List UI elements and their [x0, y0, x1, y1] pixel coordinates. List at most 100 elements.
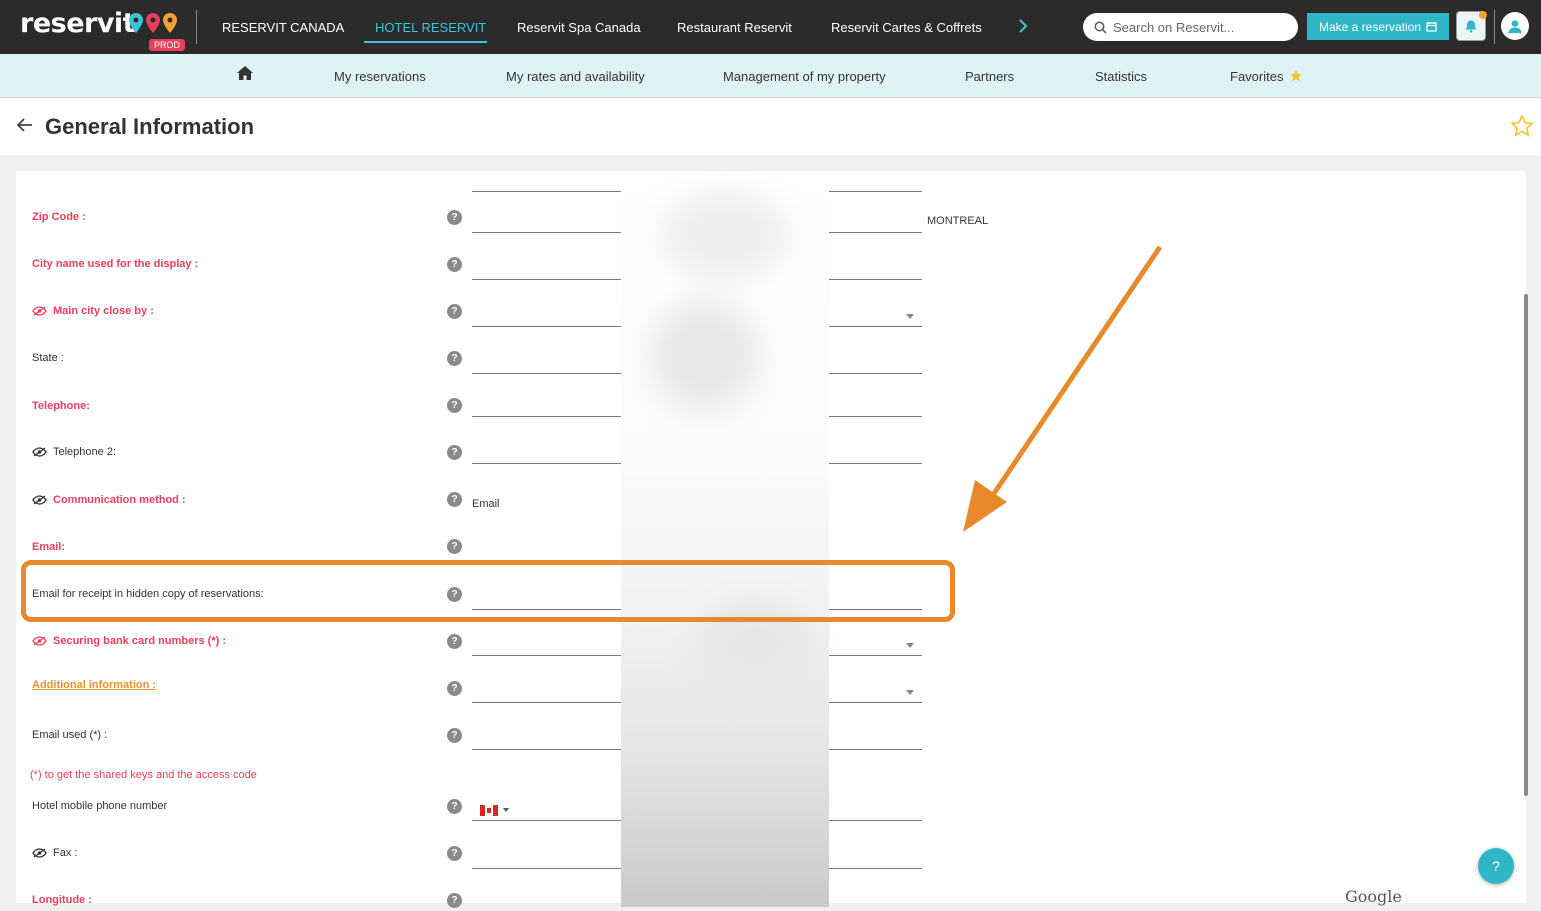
- help-icon[interactable]: ?: [447, 681, 462, 696]
- city-display-input-2[interactable]: [829, 279, 922, 280]
- additional-info-input[interactable]: [472, 702, 621, 703]
- main-city-input[interactable]: [472, 326, 621, 327]
- calendar-icon: [1426, 22, 1437, 32]
- communication-method-label-text: Communication method :: [53, 494, 186, 506]
- zip-code-label: Zip Code :: [32, 211, 86, 223]
- help-icon[interactable]: ?: [447, 634, 462, 649]
- back-arrow-icon[interactable]: [17, 118, 33, 132]
- zip-code-input-2[interactable]: [829, 232, 922, 233]
- help-icon[interactable]: ?: [447, 210, 462, 225]
- additional-info-link[interactable]: Additional information :: [32, 679, 156, 691]
- topnav-hotel-reservit[interactable]: HOTEL RESERVIT: [375, 0, 486, 54]
- help-icon[interactable]: ?: [447, 799, 462, 814]
- bank-card-label: Securing bank card numbers (*) :: [32, 635, 226, 647]
- logo-pins-icon: [129, 13, 177, 33]
- redacted-blob: [650, 300, 760, 410]
- subnav-favorites-label: Favorites: [1230, 68, 1284, 84]
- search-icon: [1094, 21, 1107, 34]
- city-display-label: City name used for the display :: [32, 258, 199, 270]
- zip-code-input[interactable]: [472, 232, 621, 233]
- topnav-restaurant[interactable]: Restaurant Reservit: [677, 0, 792, 54]
- state-label: State :: [32, 352, 64, 364]
- additional-info-select[interactable]: [829, 702, 922, 703]
- chevron-right-icon[interactable]: [1016, 16, 1030, 36]
- subnav-property-management[interactable]: Management of my property: [723, 54, 886, 98]
- telephone2-input[interactable]: [472, 463, 621, 464]
- subnav-my-reservations[interactable]: My reservations: [334, 54, 426, 98]
- help-icon[interactable]: ?: [447, 257, 462, 272]
- email-label: Email:: [32, 541, 66, 553]
- google-map-credit: Google: [1345, 887, 1402, 906]
- subnav-statistics[interactable]: Statistics: [1095, 54, 1147, 98]
- eye-off-icon[interactable]: [32, 636, 47, 646]
- country-caret-icon[interactable]: [503, 808, 509, 812]
- dropdown-caret-icon[interactable]: [906, 314, 914, 319]
- shared-keys-note: (*) to get the shared keys and the acces…: [30, 769, 257, 781]
- state-input-2[interactable]: [829, 373, 922, 374]
- make-reservation-button[interactable]: Make a reservation: [1307, 13, 1449, 40]
- dropdown-caret-icon[interactable]: [906, 690, 914, 695]
- reservit-logo[interactable]: reservit: [20, 8, 136, 39]
- search-box[interactable]: [1083, 13, 1298, 41]
- help-icon[interactable]: ?: [447, 351, 462, 366]
- mobile-phone-input-2[interactable]: [829, 820, 922, 821]
- email-used-input-2[interactable]: [829, 749, 922, 750]
- user-menu-button[interactable]: [1501, 12, 1529, 40]
- telephone2-input-2[interactable]: [829, 463, 922, 464]
- topnav-active-indicator: [364, 41, 487, 43]
- telephone-label: Telephone:: [32, 400, 90, 412]
- mobile-phone-label: Hotel mobile phone number: [32, 800, 168, 812]
- subnav-partners[interactable]: Partners: [965, 54, 1014, 98]
- email-used-label: Email used (*) :: [32, 729, 108, 741]
- help-icon[interactable]: ?: [447, 304, 462, 319]
- topnav-cartes-coffrets[interactable]: Reservit Cartes & Coffrets: [831, 0, 982, 54]
- bank-card-select[interactable]: [829, 655, 922, 656]
- help-icon[interactable]: ?: [447, 893, 462, 908]
- eye-icon[interactable]: [32, 848, 47, 858]
- search-input[interactable]: [1113, 19, 1283, 35]
- city-display-input[interactable]: [472, 279, 621, 280]
- help-icon[interactable]: ?: [447, 398, 462, 413]
- mobile-phone-input[interactable]: [472, 820, 621, 821]
- help-icon[interactable]: ?: [447, 539, 462, 554]
- fax-input[interactable]: [472, 868, 621, 869]
- help-chat-button[interactable]: ?: [1478, 848, 1514, 884]
- help-icon[interactable]: ?: [447, 728, 462, 743]
- home-icon[interactable]: [237, 66, 253, 80]
- topnav-spa-canada[interactable]: Reservit Spa Canada: [517, 0, 641, 54]
- page-title: General Information: [45, 114, 255, 139]
- notification-dot: [1479, 11, 1487, 19]
- state-input[interactable]: [472, 373, 621, 374]
- fax-input-2[interactable]: [829, 868, 922, 869]
- highlight-box: [21, 560, 955, 622]
- subnav-rates-availability[interactable]: My rates and availability: [506, 54, 645, 98]
- field-underline: [829, 191, 922, 192]
- communication-method-value: Email: [472, 498, 500, 510]
- scrollbar[interactable]: [1524, 294, 1528, 796]
- bank-card-label-text: Securing bank card numbers (*) :: [53, 635, 226, 647]
- bank-card-input[interactable]: [472, 655, 621, 656]
- star-filled-icon: [1290, 70, 1303, 82]
- main-city-select[interactable]: [829, 326, 922, 327]
- subnav-favorites[interactable]: Favorites: [1230, 54, 1303, 98]
- topnav-reservit-canada[interactable]: RESERVIT CANADA: [222, 0, 344, 54]
- dropdown-caret-icon[interactable]: [906, 643, 914, 648]
- telephone2-label-text: Telephone 2:: [53, 446, 116, 458]
- redacted-blob: [660, 190, 790, 280]
- help-icon[interactable]: ?: [447, 492, 462, 507]
- help-icon[interactable]: ?: [447, 846, 462, 861]
- communication-method-label: Communication method :: [32, 494, 186, 506]
- main-city-label-text: Main city close by :: [53, 305, 154, 317]
- telephone-input-2[interactable]: [829, 416, 922, 417]
- canada-flag-icon[interactable]: [480, 805, 498, 816]
- help-icon[interactable]: ?: [447, 445, 462, 460]
- longitude-label: Longitude :: [32, 894, 92, 906]
- star-outline-icon[interactable]: [1510, 114, 1534, 138]
- eye-icon[interactable]: [32, 495, 47, 505]
- email-used-input[interactable]: [472, 749, 621, 750]
- bell-icon: [1465, 20, 1477, 33]
- eye-off-icon[interactable]: [32, 306, 47, 316]
- annotation-arrow-icon: [963, 245, 1163, 532]
- telephone-input[interactable]: [472, 416, 621, 417]
- eye-icon[interactable]: [32, 447, 47, 457]
